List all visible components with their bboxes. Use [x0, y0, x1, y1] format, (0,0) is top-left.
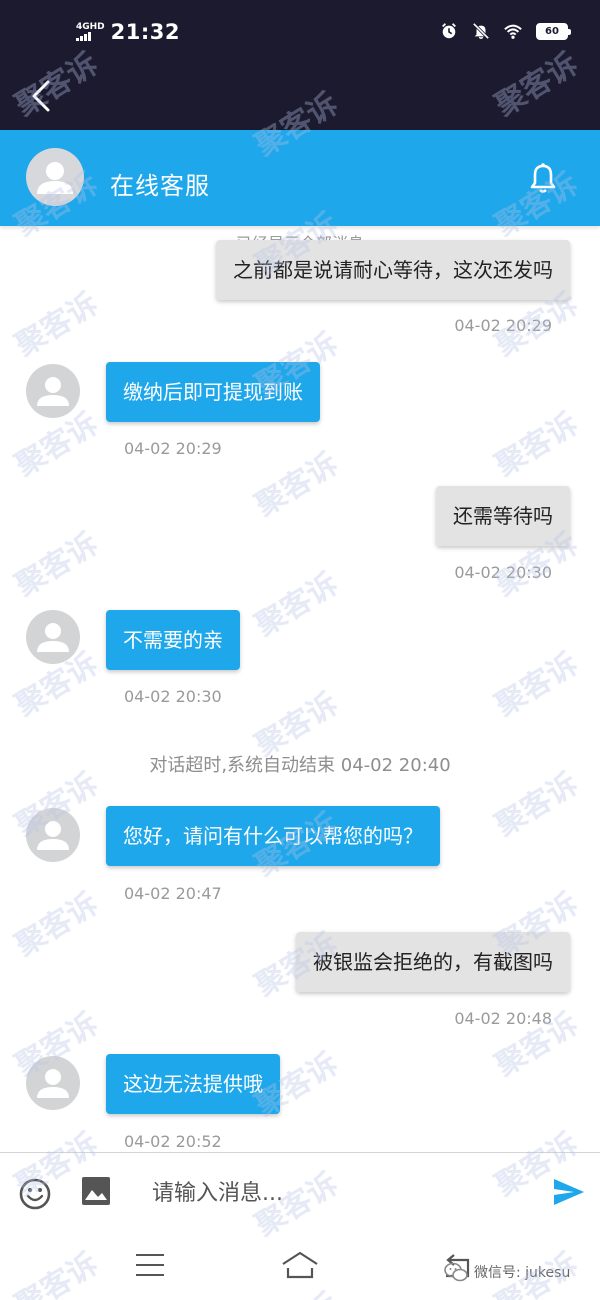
- person-icon: [37, 162, 73, 194]
- home-icon[interactable]: [280, 1250, 320, 1280]
- person-icon: [37, 377, 69, 406]
- message-input-bar: [0, 1152, 600, 1232]
- agent-avatar: [26, 1056, 80, 1110]
- message-time: 04-02 20:29: [454, 316, 552, 335]
- battery-icon: 60: [536, 22, 571, 40]
- message-bubble-outgoing[interactable]: 还需等待吗: [436, 486, 570, 546]
- message-bubble-incoming[interactable]: 不需要的亲: [106, 610, 240, 670]
- chat-header: 在线客服: [0, 130, 600, 226]
- wifi-icon: [504, 24, 522, 39]
- status-time: 21:32: [110, 20, 181, 44]
- chevron-left-icon: [32, 80, 50, 112]
- bell-icon[interactable]: [528, 162, 558, 196]
- message-time: 04-02 20:29: [124, 439, 222, 458]
- wechat-icon: [444, 1262, 468, 1282]
- back-button[interactable]: [20, 76, 60, 116]
- message-time: 04-02 20:52: [124, 1132, 222, 1151]
- person-icon: [37, 1069, 69, 1098]
- wechat-label: 微信号: jukesu: [474, 1265, 571, 1281]
- message-bubble-incoming[interactable]: 您好，请问有什么可以帮您的吗？: [106, 806, 440, 866]
- agent-avatar: [26, 808, 80, 862]
- message-input[interactable]: [152, 1171, 522, 1215]
- person-icon: [37, 821, 69, 850]
- message-bubble-outgoing[interactable]: 被银监会拒绝的，有截图吗: [296, 932, 570, 992]
- network-indicator: 4GHD: [76, 23, 105, 41]
- message-bubble-incoming[interactable]: 这边无法提供哦: [106, 1054, 280, 1114]
- message-time: 04-02 20:30: [124, 687, 222, 706]
- battery-level: 60: [545, 25, 559, 37]
- send-icon[interactable]: [552, 1177, 586, 1207]
- alarm-icon: [442, 23, 456, 39]
- network-label: 4GHD: [76, 22, 105, 32]
- agent-avatar: [26, 364, 80, 418]
- mute-icon: [472, 22, 490, 40]
- agent-avatar: [26, 148, 84, 206]
- timeout-note: 对话超时,系统自动结束 04-02 20:40: [149, 755, 451, 776]
- image-icon[interactable]: [80, 1175, 112, 1207]
- menu-icon[interactable]: [134, 1252, 166, 1278]
- person-icon: [37, 623, 69, 652]
- emoji-icon[interactable]: [18, 1177, 52, 1211]
- message-time: 04-02 20:30: [454, 563, 552, 582]
- message-bubble-incoming[interactable]: 缴纳后即可提现到账: [106, 362, 320, 422]
- nav-bar: [0, 66, 600, 130]
- page-title: 在线客服: [110, 172, 210, 200]
- status-bar: 4GHD 21:32 60: [0, 0, 600, 66]
- wechat-watermark: 微信号: jukesu: [444, 1262, 570, 1282]
- message-time: 04-02 20:47: [124, 884, 222, 903]
- agent-avatar: [26, 610, 80, 664]
- chat-area[interactable]: 已经显示全部消息 之前都是说请耐心等待，这次还发吗 04-02 20:29 缴纳…: [0, 226, 600, 1152]
- message-time: 04-02 20:48: [454, 1009, 552, 1028]
- signal-icon: [76, 32, 105, 41]
- message-bubble-outgoing[interactable]: 之前都是说请耐心等待，这次还发吗: [216, 240, 570, 300]
